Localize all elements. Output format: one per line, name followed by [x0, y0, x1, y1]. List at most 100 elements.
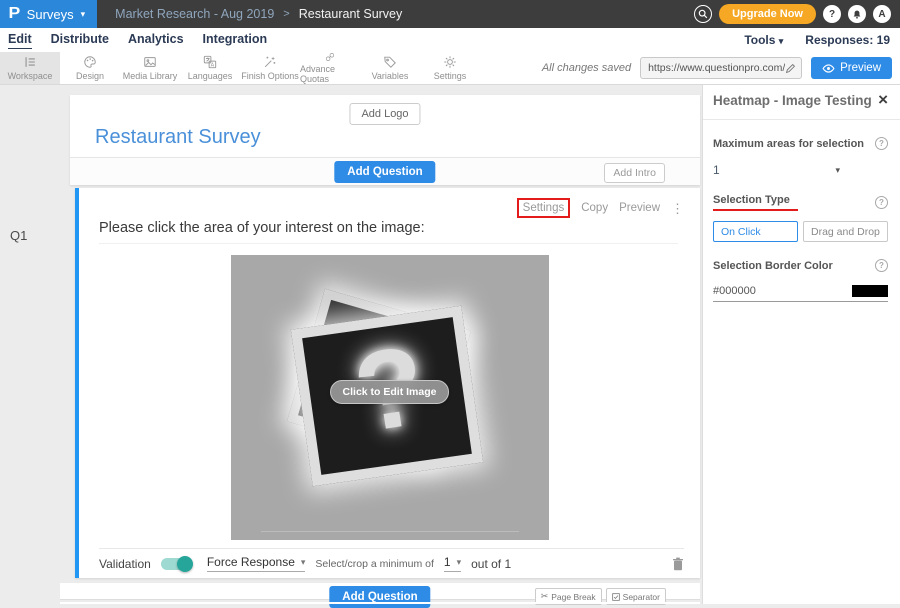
autosave-status: All changes saved — [542, 62, 631, 74]
toolbar-item-variables[interactable]: Variables — [360, 52, 420, 84]
max-areas-field: Maximum areas for selection ? — [713, 137, 888, 150]
tab-distribute[interactable]: Distribute — [51, 32, 109, 49]
svg-text:A: A — [211, 62, 215, 68]
product-name: Surveys — [27, 7, 74, 22]
question-text[interactable]: Please click the area of your interest o… — [99, 220, 425, 236]
avatar[interactable]: A — [873, 5, 891, 23]
survey-title[interactable]: Restaurant Survey — [95, 126, 261, 149]
minimum-value-dropdown[interactable]: 1 ▾ — [444, 555, 461, 572]
image-icon — [143, 55, 157, 69]
preview-button[interactable]: Preview — [811, 57, 892, 79]
toolbar-item-media-library[interactable]: Media Library — [120, 52, 180, 84]
section-nav: Edit Distribute Analytics Integration To… — [0, 28, 900, 52]
on-click-option[interactable]: On Click — [713, 221, 798, 242]
chevron-down-icon: ▾ — [81, 9, 86, 20]
toolbar-item-finish-options[interactable]: Finish Options — [240, 52, 300, 84]
survey-url-field[interactable]: https://www.questionpro.com/t/APNrFZ — [640, 57, 802, 79]
max-areas-select[interactable]: 1 ▾ — [713, 163, 888, 177]
palette-icon — [83, 55, 97, 69]
search-button[interactable] — [694, 5, 712, 23]
border-color-label: Selection Border Color — [713, 260, 833, 272]
chevron-down-icon: ▾ — [779, 36, 784, 46]
breadcrumb: Market Research - Aug 2019 > Restaurant … — [115, 7, 402, 21]
toolbar-item-languages[interactable]: A Languages — [180, 52, 240, 84]
close-icon[interactable]: × — [878, 93, 888, 106]
placeholder-divider — [261, 531, 519, 532]
max-areas-label: Maximum areas for selection — [713, 138, 864, 150]
question-card: Settings Copy Preview ⋮ Please click the… — [75, 188, 700, 578]
question-preview-button[interactable]: Preview — [619, 202, 660, 214]
validation-row: Validation Force Response ▾ Select/crop … — [99, 548, 684, 578]
surveys-menu[interactable]: P Surveys ▾ — [0, 0, 97, 28]
border-color-input[interactable]: #000000 — [713, 285, 888, 302]
selection-type-label: Selection Type — [713, 194, 798, 211]
question-number-label: Q1 — [10, 228, 27, 243]
minimum-prefix-label: Select/crop a minimum of — [315, 558, 433, 570]
breadcrumb-parent[interactable]: Market Research - Aug 2019 — [115, 7, 274, 21]
heatmap-image-placeholder[interactable]: ? Click to Edit Image — [231, 255, 549, 540]
trash-icon — [672, 557, 684, 571]
toolbar-item-design[interactable]: Design — [60, 52, 120, 84]
survey-header-card: Add Logo Restaurant Survey Add Question … — [70, 95, 700, 185]
drag-and-drop-option[interactable]: Drag and Drop — [803, 221, 888, 242]
tab-integration[interactable]: Integration — [203, 32, 268, 49]
add-intro-button[interactable]: Add Intro — [604, 163, 665, 183]
minimum-suffix-label: out of 1 — [471, 557, 511, 571]
bell-icon — [852, 9, 862, 20]
breadcrumb-separator: > — [283, 8, 289, 20]
chevron-down-icon: ▾ — [301, 557, 306, 568]
help-icon[interactable]: ? — [875, 137, 888, 150]
scissors-icon: ✂ — [541, 591, 549, 602]
nav-right: Tools ▾ Responses: 19 — [744, 33, 900, 47]
links-icon — [323, 52, 337, 62]
validation-toggle[interactable] — [161, 558, 191, 570]
max-areas-value: 1 — [713, 163, 720, 177]
pencil-icon[interactable] — [785, 63, 796, 74]
add-logo-button[interactable]: Add Logo — [349, 103, 420, 125]
selection-type-buttons: On Click Drag and Drop — [713, 221, 888, 242]
add-question-button-bottom[interactable]: Add Question — [329, 586, 430, 608]
help-button[interactable]: ? — [823, 5, 841, 23]
upgrade-now-button[interactable]: Upgrade Now — [719, 4, 816, 24]
help-icon[interactable]: ? — [875, 196, 888, 209]
toolbar-item-workspace[interactable]: Workspace — [0, 52, 60, 84]
topbar-actions: Upgrade Now ? A — [694, 4, 900, 24]
question-settings-panel: Heatmap - Image Testing × Maximum areas … — [702, 85, 900, 604]
search-icon — [698, 9, 708, 19]
validation-label: Validation — [99, 557, 151, 571]
click-to-edit-image-button[interactable]: Click to Edit Image — [330, 380, 450, 404]
delete-question-button[interactable] — [672, 557, 684, 571]
responses-count: Responses: 19 — [805, 33, 890, 47]
notifications-button[interactable] — [848, 5, 866, 23]
nav-tabs: Edit Distribute Analytics Integration — [0, 32, 286, 49]
edit-toolbar: Workspace Design Media Library A Languag… — [0, 52, 900, 85]
eye-icon — [822, 64, 835, 73]
border-color-field: Selection Border Color ? — [713, 259, 888, 272]
toolbar-item-settings[interactable]: Settings — [420, 52, 480, 84]
chevron-down-icon: ▾ — [457, 557, 462, 568]
help-icon[interactable]: ? — [875, 259, 888, 272]
toolbar-right: All changes saved https://www.questionpr… — [542, 52, 900, 84]
add-question-bar: Add Question ✂ Page Break Separator — [60, 583, 700, 600]
kebab-menu-icon[interactable]: ⋮ — [671, 202, 684, 215]
survey-url-value: https://www.questionpro.com/t/APNrFZ — [648, 62, 785, 74]
border-color-value: #000000 — [713, 285, 756, 297]
magic-wand-icon — [263, 55, 277, 69]
color-swatch[interactable] — [852, 285, 888, 297]
add-question-button[interactable]: Add Question — [334, 161, 435, 183]
toggle-knob — [177, 556, 193, 572]
tab-edit[interactable]: Edit — [8, 32, 32, 49]
chevron-down-icon: ▾ — [835, 165, 840, 176]
gear-icon — [443, 55, 457, 69]
tab-analytics[interactable]: Analytics — [128, 32, 184, 49]
checkbox-icon — [612, 593, 620, 601]
question-actions: Settings Copy Preview ⋮ — [517, 198, 684, 218]
tools-menu[interactable]: Tools ▾ — [744, 33, 783, 47]
toolbar-item-advance-quotas[interactable]: Advance Quotas — [300, 52, 360, 84]
question-copy-button[interactable]: Copy — [581, 202, 608, 214]
top-bar: P Surveys ▾ Market Research - Aug 2019 >… — [0, 0, 900, 28]
selection-type-field: Selection Type ? — [713, 194, 888, 211]
validation-type-dropdown[interactable]: Force Response ▾ — [207, 555, 306, 572]
question-settings-button[interactable]: Settings — [517, 198, 571, 218]
avatar-initial: A — [878, 9, 885, 20]
